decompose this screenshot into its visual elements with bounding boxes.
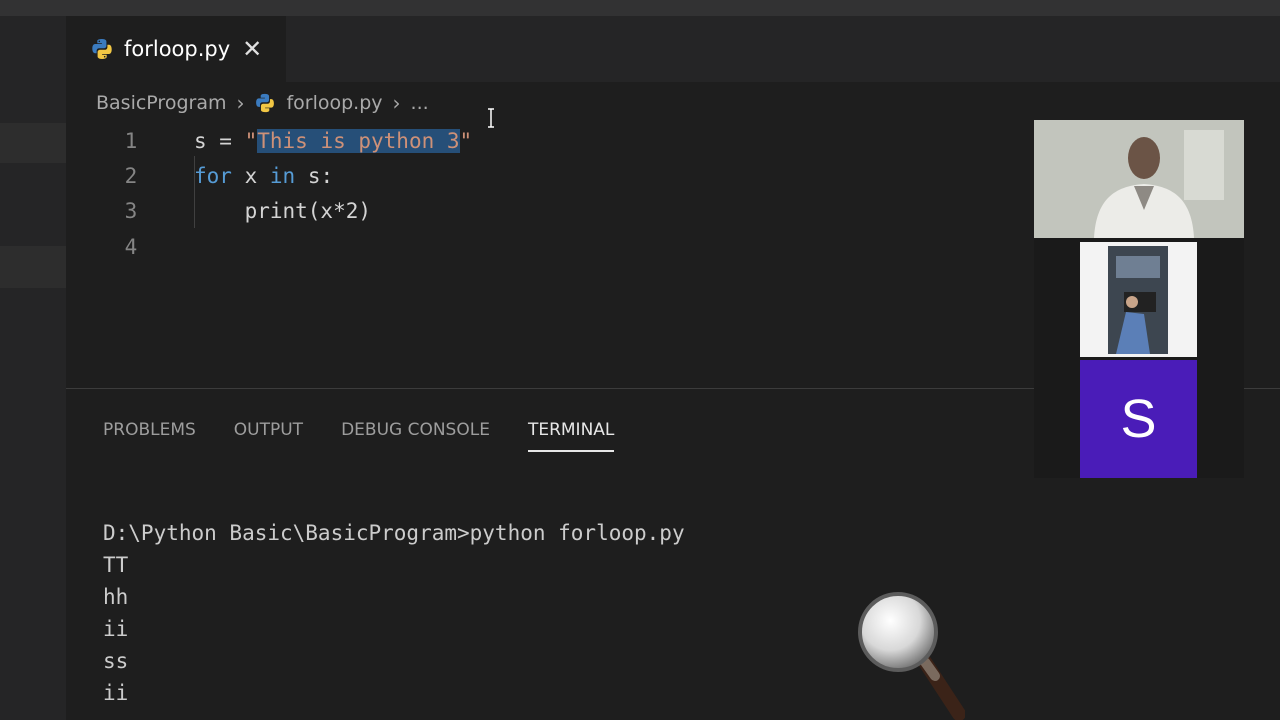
breadcrumb-more[interactable]: ... (411, 92, 429, 114)
line-number: 4 (124, 235, 138, 259)
line-code: s = "This is python 3" (194, 129, 473, 153)
magnifier-icon (858, 592, 965, 720)
presenter-video[interactable] (1034, 120, 1244, 238)
python-icon (256, 93, 275, 113)
activity-bar (0, 16, 66, 720)
terminal-line: TT (103, 553, 129, 577)
editor-tab-strip: forloop.py ✕ (66, 16, 1280, 82)
tab-output[interactable]: OUTPUT (234, 410, 303, 450)
terminal-line: hh (103, 585, 129, 609)
activity-item[interactable] (0, 123, 66, 163)
breadcrumb-folder[interactable]: BasicProgram (96, 92, 226, 114)
line-number: 3 (124, 199, 138, 223)
python-icon (92, 39, 112, 59)
terminal-line: D:\Python Basic\BasicProgram>python forl… (103, 521, 685, 545)
line-number: 2 (124, 164, 138, 188)
title-bar (0, 0, 1280, 16)
activity-item[interactable] (0, 246, 66, 288)
tab-label: forloop.py (124, 37, 231, 61)
breadcrumb: BasicProgram › forloop.py › ... (96, 88, 429, 118)
indent-guide (194, 156, 195, 228)
participant-avatar[interactable]: S (1080, 360, 1197, 478)
participant-video[interactable] (1080, 242, 1197, 357)
terminal-line: ii (103, 617, 129, 641)
terminal-output[interactable]: D:\Python Basic\BasicProgram>python forl… (103, 517, 685, 709)
selected-text: This is python 3 (257, 129, 460, 153)
code-line[interactable]: 2 for x in s: (66, 158, 1034, 194)
code-line[interactable]: 3 print(x*2) (66, 193, 1034, 229)
tab-terminal[interactable]: TERMINAL (527, 410, 615, 452)
close-icon[interactable]: ✕ (242, 37, 262, 61)
line-code: for x in s: (194, 164, 334, 188)
tab-forloop-py[interactable]: forloop.py ✕ (66, 16, 286, 82)
code-line[interactable]: 4 (66, 229, 1034, 265)
tab-debug-console[interactable]: DEBUG CONSOLE (341, 410, 490, 450)
code-editor[interactable]: 1 s = "This is python 3" 2 for x in s: 3… (66, 120, 1034, 388)
terminal-line: ss (103, 649, 129, 673)
terminal-line: ii (103, 681, 129, 705)
chevron-right-icon: › (236, 91, 245, 115)
line-number: 1 (124, 129, 138, 153)
breadcrumb-file[interactable]: forloop.py (286, 92, 382, 114)
panel-tabs: PROBLEMS OUTPUT DEBUG CONSOLE TERMINAL (103, 410, 615, 452)
line-code: print(x*2) (194, 199, 372, 223)
tab-problems[interactable]: PROBLEMS (103, 410, 196, 450)
code-line[interactable]: 1 s = "This is python 3" (66, 123, 1034, 159)
participant-photo (1108, 246, 1168, 354)
person-silhouette-icon (1034, 120, 1244, 238)
chevron-right-icon: › (392, 91, 401, 115)
